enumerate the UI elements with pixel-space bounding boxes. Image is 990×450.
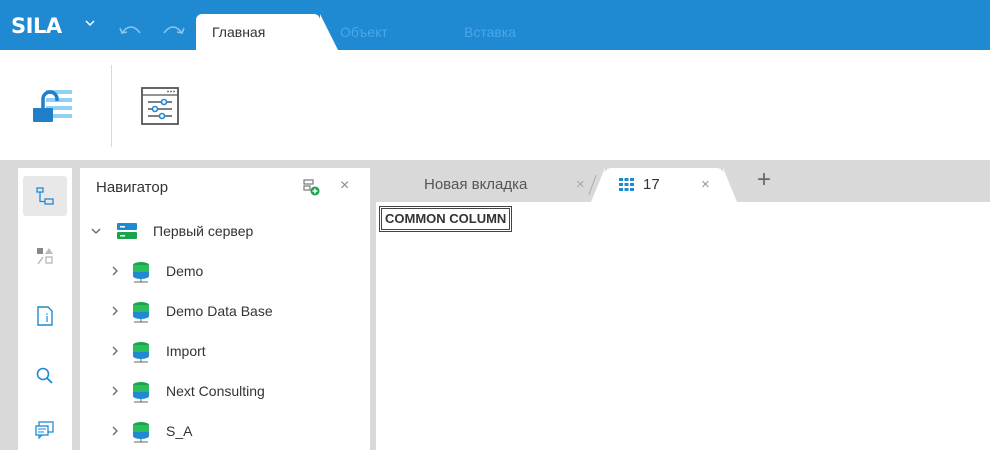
- selected-cell[interactable]: COMMON COLUMN: [379, 206, 513, 232]
- add-tab-button[interactable]: +: [757, 166, 771, 194]
- close-icon[interactable]: ×: [340, 177, 349, 195]
- unlock-button[interactable]: [29, 80, 81, 132]
- tab-insert[interactable]: Вставка: [464, 14, 516, 50]
- chevron-right-icon[interactable]: [110, 386, 120, 396]
- sidebar-item-search[interactable]: [23, 356, 67, 396]
- workspace: Навигатор × Первый сервер Demo Demo Data…: [0, 160, 990, 450]
- add-server-icon[interactable]: [302, 178, 320, 196]
- redo-icon[interactable]: [160, 23, 186, 37]
- database-icon: [133, 342, 149, 363]
- sidebar-item-document[interactable]: [23, 296, 67, 336]
- tree-item-database[interactable]: Demo Data Base: [80, 294, 370, 330]
- navigator-header: Навигатор ×: [80, 168, 370, 208]
- tab-home[interactable]: Главная: [196, 14, 338, 50]
- document-info-icon: [37, 306, 53, 326]
- tab-new[interactable]: Новая вкладка ×: [420, 168, 590, 202]
- navigator-title: Навигатор: [96, 179, 169, 196]
- search-icon: [36, 367, 53, 384]
- tree-item-database[interactable]: Import: [80, 334, 370, 370]
- chevron-down-icon[interactable]: [84, 17, 96, 29]
- tree-item-database[interactable]: Next Consulting: [80, 374, 370, 410]
- tree-item-label: Next Consulting: [166, 383, 265, 399]
- settings-button[interactable]: [134, 80, 186, 132]
- chevron-right-icon[interactable]: [110, 346, 120, 356]
- database-icon: [133, 262, 149, 283]
- ribbon-toolbar: [0, 50, 990, 160]
- tree-item-label: Первый сервер: [153, 223, 254, 239]
- shapes-icon: [37, 248, 53, 265]
- database-icon: [133, 382, 149, 403]
- sidebar-item-chat[interactable]: [23, 410, 67, 450]
- tab-label: 17: [643, 176, 660, 193]
- tree-item-database[interactable]: Demo: [80, 254, 370, 290]
- database-icon: [133, 302, 149, 323]
- app-window: SILA Главная Объект Вставка Навигатор × …: [0, 0, 990, 450]
- tab-label: Новая вкладка: [424, 176, 528, 193]
- document-content: COMMON COLUMN: [376, 202, 990, 450]
- tree-structure-icon: [36, 187, 54, 205]
- tree-item-label: Demo: [166, 263, 204, 279]
- server-icon: [117, 223, 137, 239]
- database-icon: [133, 422, 149, 443]
- sidebar-item-navigator[interactable]: [23, 176, 67, 216]
- grid-icon: [619, 178, 634, 191]
- tree-item-server[interactable]: Первый сервер: [80, 214, 370, 250]
- left-sidebar: [18, 168, 72, 450]
- tab-17[interactable]: 17 ×: [591, 168, 737, 202]
- close-icon[interactable]: ×: [576, 168, 585, 202]
- navigator-panel: Навигатор × Первый сервер Demo Demo Data…: [80, 168, 370, 450]
- chat-icon: [35, 421, 54, 440]
- tree-item-label: S_A: [166, 423, 193, 439]
- undo-icon[interactable]: [118, 23, 144, 37]
- chevron-right-icon[interactable]: [110, 306, 120, 316]
- title-bar: SILA Главная Объект Вставка: [0, 0, 990, 50]
- chevron-right-icon[interactable]: [110, 266, 120, 276]
- document-tab-bar: Новая вкладка × 17 × +: [380, 160, 990, 202]
- settings-sliders-icon: [141, 87, 179, 125]
- toolbar-separator: [111, 65, 112, 147]
- close-icon[interactable]: ×: [701, 168, 710, 202]
- sidebar-item-shapes[interactable]: [23, 236, 67, 276]
- app-logo[interactable]: SILA: [11, 14, 62, 38]
- tree-item-label: Demo Data Base: [166, 303, 273, 319]
- chevron-down-icon[interactable]: [91, 226, 101, 236]
- tree-item-database[interactable]: S_A: [80, 414, 370, 450]
- tree-item-label: Import: [166, 343, 206, 359]
- tab-object[interactable]: Объект: [340, 14, 388, 50]
- unlock-icon: [33, 90, 72, 122]
- chevron-right-icon[interactable]: [110, 426, 120, 436]
